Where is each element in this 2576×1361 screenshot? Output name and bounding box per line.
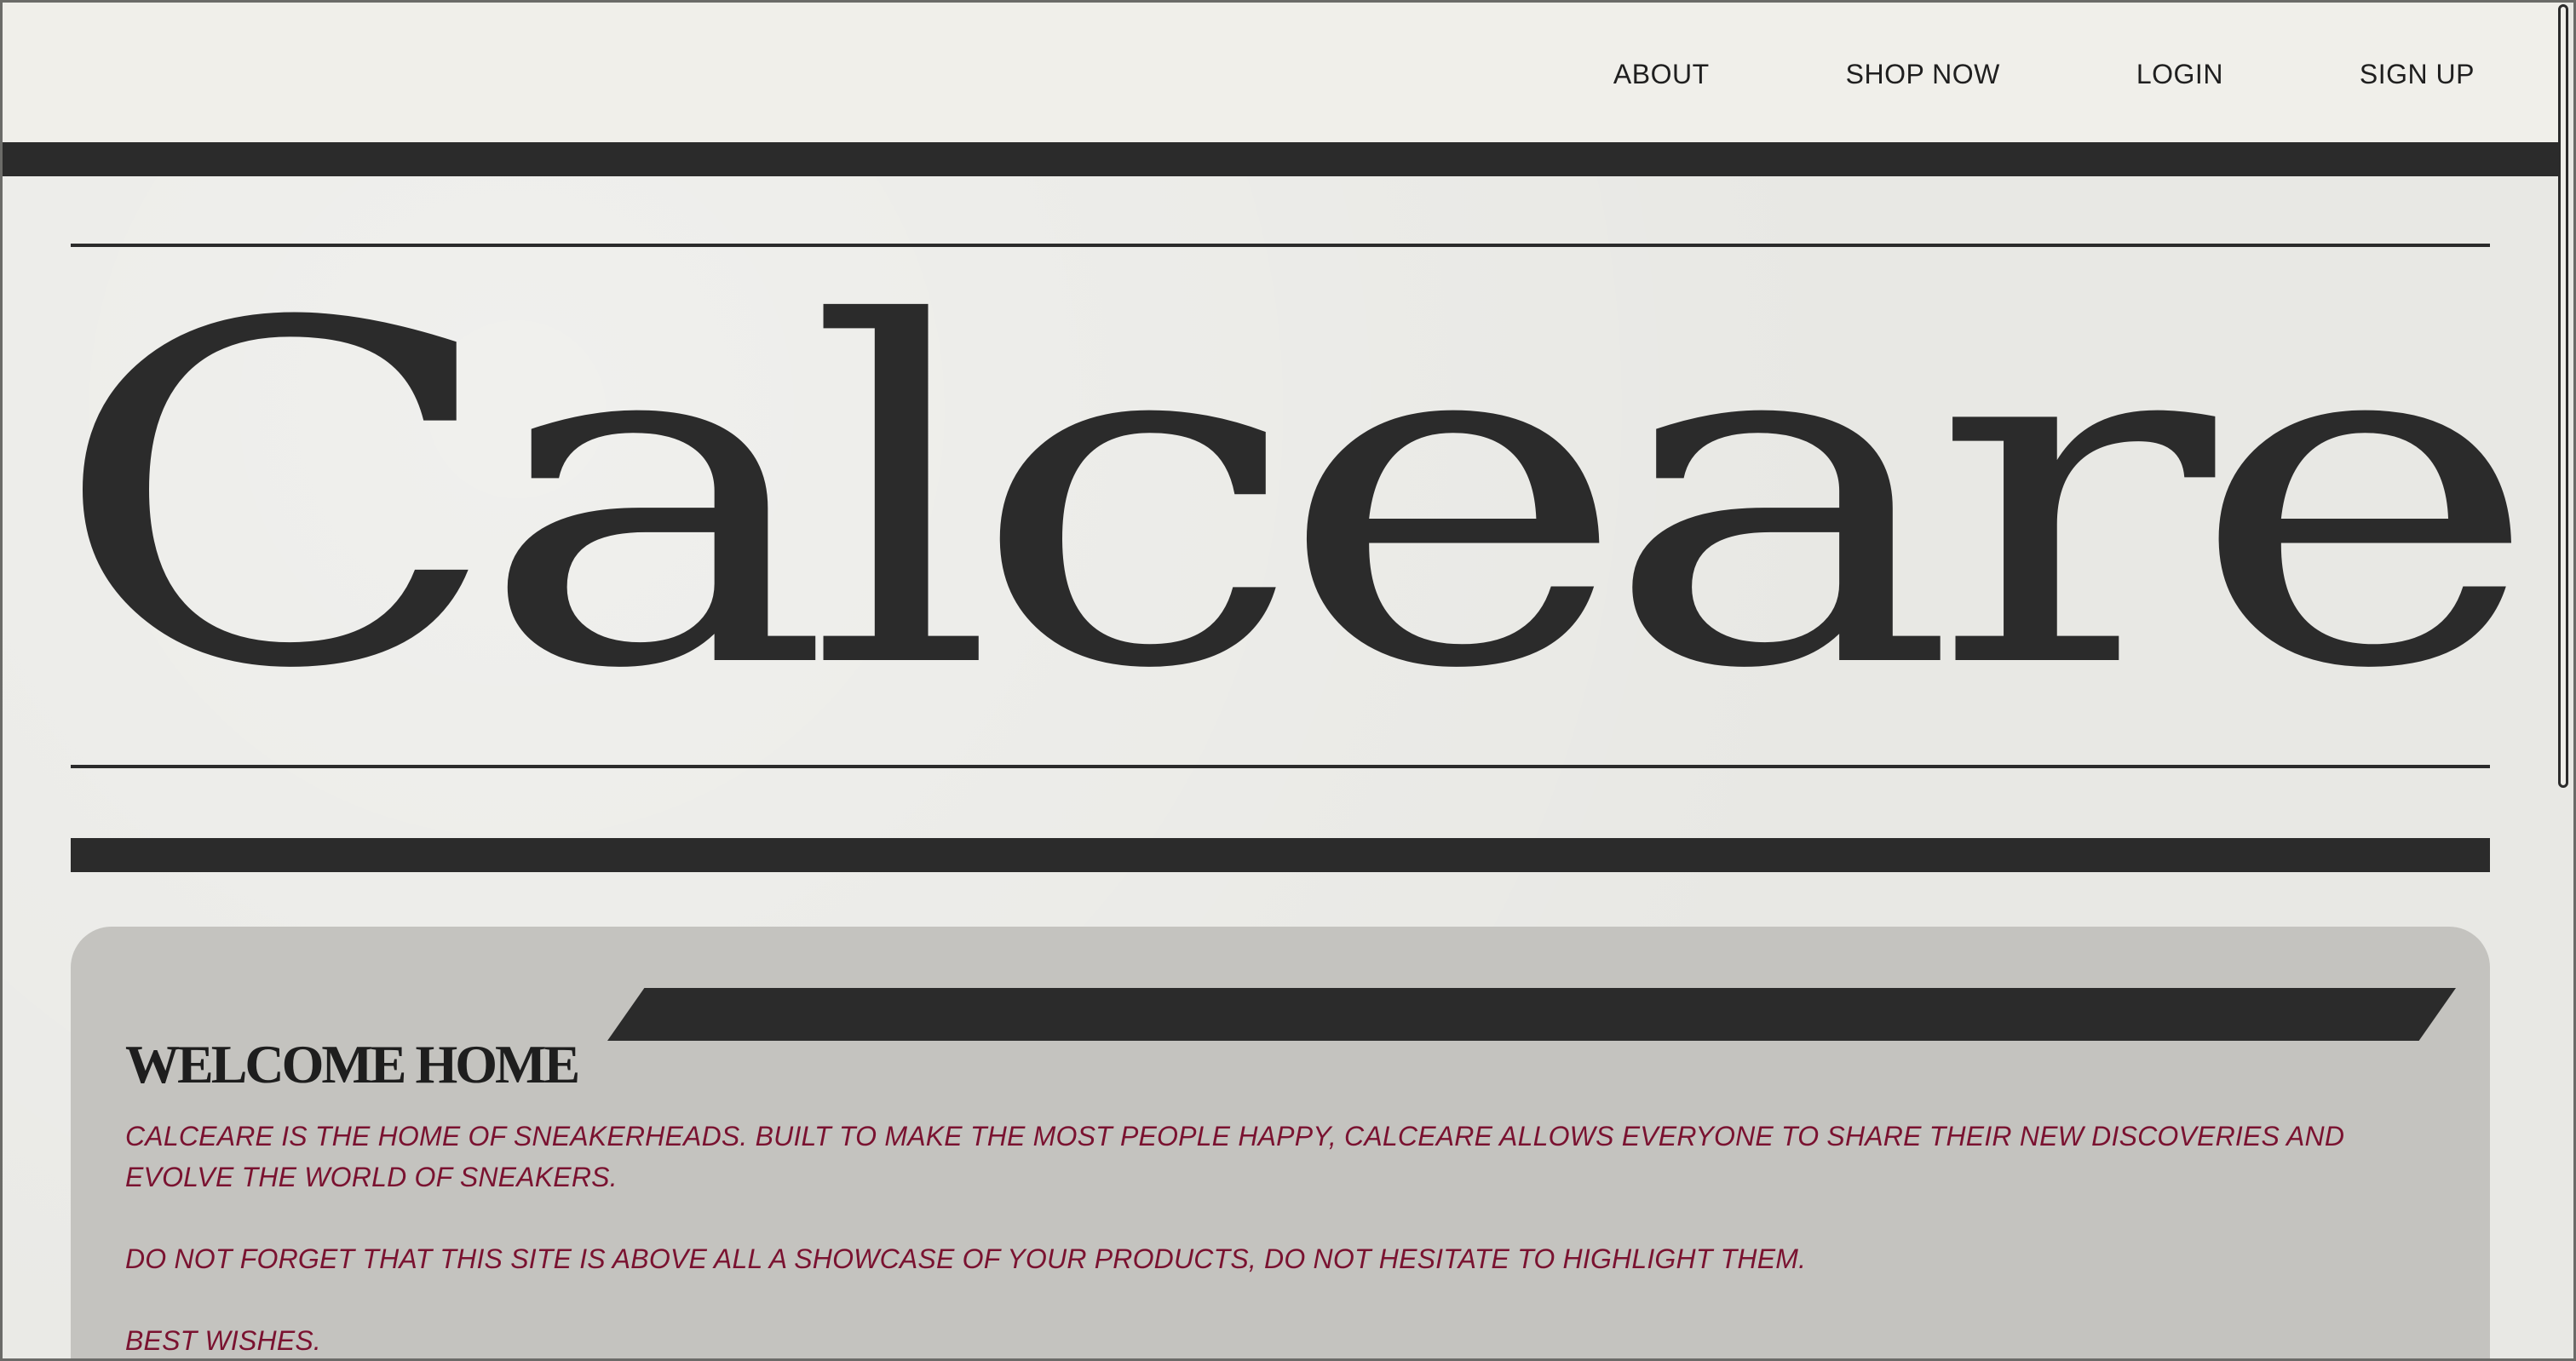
- top-navigation-bar: ABOUT SHOP NOW LOGIN SIGN UP: [3, 3, 2562, 142]
- brand-wordmark: Calceare: [49, 225, 2541, 771]
- nav-sign-up-link[interactable]: SIGN UP: [2360, 59, 2475, 90]
- nav-login-link[interactable]: LOGIN: [2136, 59, 2223, 90]
- nav-about-link[interactable]: ABOUT: [1613, 59, 1710, 90]
- hero-bottom-rule: [71, 765, 2490, 768]
- welcome-heading: WELCOME HOME: [125, 1034, 580, 1095]
- hero-thick-divider: [71, 838, 2490, 872]
- page: ABOUT SHOP NOW LOGIN SIGN UP Calceare WE…: [0, 0, 2576, 1361]
- header-divider-bar: [3, 142, 2562, 176]
- nav-shop-now-link[interactable]: SHOP NOW: [1846, 59, 2000, 90]
- main-navigation: ABOUT SHOP NOW LOGIN SIGN UP: [1477, 59, 2475, 90]
- welcome-signoff: BEST WISHES.: [125, 1325, 321, 1356]
- welcome-copy: CALCEARE IS THE HOME OF SNEAKERHEADS. BU…: [125, 1116, 2442, 1358]
- welcome-paragraph: CALCEARE IS THE HOME OF SNEAKERHEADS. BU…: [125, 1121, 2345, 1192]
- welcome-panel: WELCOME HOME CALCEARE IS THE HOME OF SNE…: [71, 927, 2490, 1358]
- welcome-heading-bar: [607, 988, 2456, 1041]
- welcome-paragraph: DO NOT FORGET THAT THIS SITE IS ABOVE AL…: [125, 1243, 1807, 1274]
